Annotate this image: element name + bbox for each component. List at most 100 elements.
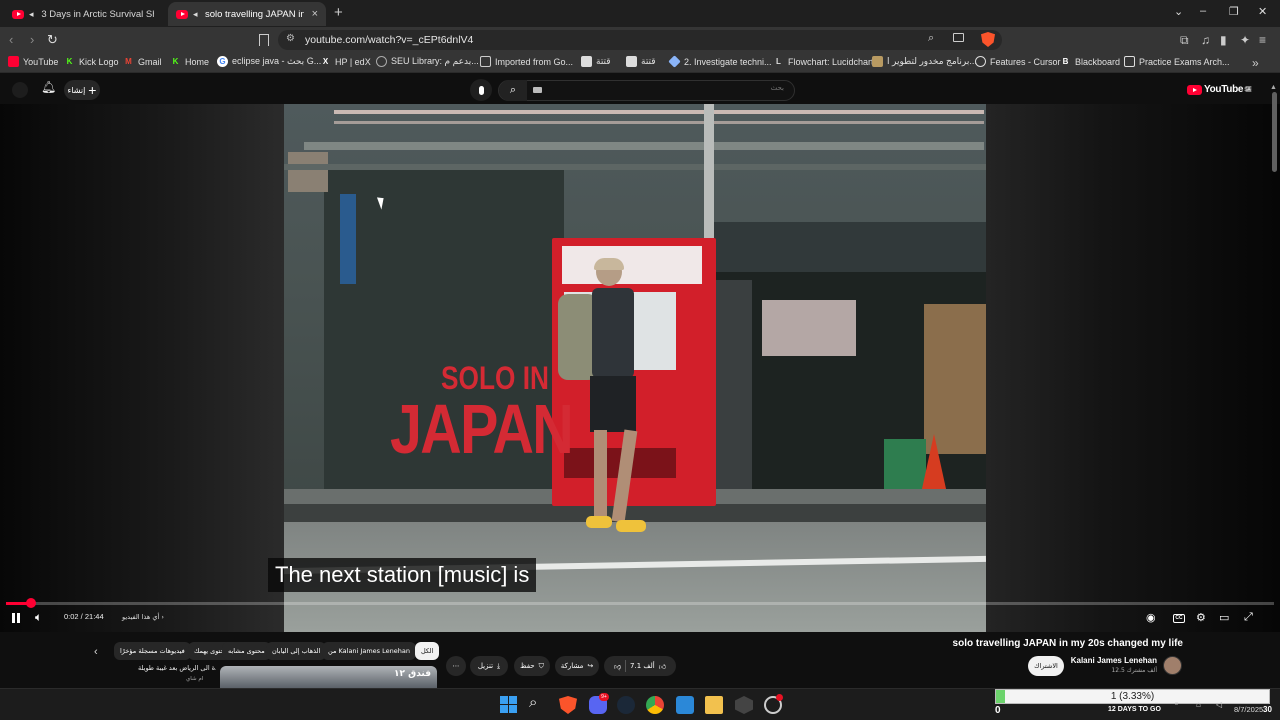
theater-mode-icon[interactable]: ▭ — [1219, 611, 1229, 624]
restore-icon[interactable]: ❐ — [1229, 5, 1239, 18]
chips-scroll-left-icon[interactable]: ‹ — [94, 646, 98, 658]
page-scrollbar[interactable] — [1272, 92, 1277, 172]
recommended-title[interactable]: العودة الى الرياض بعد غيبة طويلة — [138, 664, 216, 672]
account-avatar[interactable] — [12, 82, 28, 98]
minimize-icon[interactable]: – — [1200, 5, 1206, 17]
back-arrow-icon[interactable]: ‹ — [9, 32, 13, 47]
bookmark-arabic-1[interactable]: قتتة — [581, 56, 611, 67]
pause-icon[interactable] — [10, 612, 22, 624]
bookmark-gmail[interactable]: M Gmail — [123, 56, 161, 67]
chip-similar[interactable]: محتوى مشابه — [222, 642, 271, 660]
chip-recent[interactable]: فيديوهات مسجلة مؤخرًا — [114, 642, 191, 660]
network-icon[interactable]: ⌂ — [1196, 700, 1201, 709]
volume-icon[interactable]: 🔈︎ — [35, 610, 42, 625]
site-info-icon[interactable]: ⚙ — [286, 33, 295, 44]
more-bookmarks-icon[interactable]: » — [1252, 56, 1259, 70]
sidebar-icon[interactable]: ▮ — [1220, 33, 1227, 47]
chapter-title[interactable]: أي هذا الفيديو › — [122, 613, 164, 621]
windows-start-icon[interactable] — [500, 696, 517, 713]
settings-gear-icon[interactable]: ⚙ — [1196, 611, 1206, 624]
steam-icon[interactable] — [617, 696, 635, 714]
like-icon[interactable]: 👍︎ — [659, 662, 666, 671]
subtitles-cc-icon[interactable]: CC — [1173, 614, 1185, 623]
scroll-up-arrow-icon[interactable]: ▲ — [1270, 84, 1277, 91]
save-button[interactable]: حفظ ⛉ — [514, 656, 550, 676]
channel-name[interactable]: Kalani James Lenehan — [1071, 656, 1157, 665]
share-arrow-icon: ↪ — [587, 662, 594, 670]
video-player[interactable]: SOLO IN JAPAN The next station [music] i… — [0, 104, 1280, 632]
fullscreen-icon[interactable]: ⤢ — [1244, 611, 1253, 624]
chip-all[interactable]: الكل — [415, 642, 440, 660]
photos-icon[interactable] — [676, 696, 694, 714]
voice-search-mic-icon[interactable] — [470, 79, 492, 101]
share-button[interactable]: مشاركة ↪ — [555, 656, 599, 676]
file-explorer-icon[interactable] — [705, 696, 723, 714]
bookmark-youtube[interactable]: YouTube — [8, 56, 58, 67]
browser-menu-icon[interactable]: ≡ — [1259, 33, 1266, 47]
zoom-icon[interactable]: ⌕ — [928, 32, 934, 45]
like-count[interactable]: 7.1 ألف — [630, 662, 655, 670]
subscribe-button[interactable]: الاشتراك — [1028, 656, 1064, 676]
progress-bar[interactable] — [6, 598, 1274, 608]
media-icon[interactable]: ♫ — [1201, 33, 1210, 47]
goal-progress-widget: 1 (3.33%) — [995, 689, 1270, 704]
leo-ai-icon[interactable]: ✦ — [1240, 33, 1250, 47]
bookmark-eclipse-java[interactable]: Geclipse java - بحث G... — [217, 56, 321, 67]
recommended-channel[interactable]: ام شاي — [186, 676, 203, 682]
close-tab-icon[interactable]: × — [312, 8, 318, 20]
system-date[interactable]: 8/7/2025 — [1234, 705, 1263, 714]
bookmark-kick-logo[interactable]: K Kick Logo — [64, 56, 119, 67]
goal-end-value: 30 — [1263, 705, 1272, 714]
bookmark-home[interactable]: K Home — [170, 56, 209, 67]
bookmark-blackboard[interactable]: B Blackboard — [1060, 56, 1120, 67]
taskbar-search-icon[interactable]: ⌕ — [529, 694, 547, 712]
video-frame[interactable]: SOLO IN JAPAN — [284, 104, 986, 632]
bookmark-seu-library[interactable]: SEU Library: بدعم م... — [376, 56, 479, 67]
tab-solo-travelling-japan[interactable]: ◂ solo travelling JAPAN in my 2 × — [168, 2, 326, 26]
guide-menu-icon[interactable]: ≡ — [1245, 82, 1252, 96]
search-input[interactable] — [584, 84, 784, 92]
chip-from-channel[interactable]: من Kalani James Lenehan — [322, 642, 416, 660]
bookmark-page-icon[interactable] — [259, 34, 269, 46]
extensions-icon[interactable]: ⧉ — [1180, 33, 1189, 48]
recommended-thumbnail[interactable]: فندق ١٢ — [220, 666, 437, 688]
ambient-right — [986, 104, 1280, 632]
chip-go-to-japan[interactable]: الذهاب إلى اليابان — [266, 642, 327, 660]
forward-arrow-icon[interactable]: › — [30, 32, 34, 47]
bookmark-arabic-2[interactable]: قتتة — [626, 56, 656, 67]
keyboard-icon[interactable] — [533, 87, 542, 93]
frame-stickers — [288, 152, 328, 192]
chrome-icon[interactable] — [646, 696, 664, 714]
bookmark-lucidchart[interactable]: L Flowchart: Lucidchart — [773, 56, 874, 67]
tab-arctic-survival[interactable]: ◂ 3 Days in Arctic Survival Shelter — [4, 2, 162, 26]
bookmark-cursor[interactable]: Features - Cursor — [975, 56, 1061, 67]
brave-browser-icon[interactable] — [559, 696, 577, 714]
address-bar[interactable]: ⚙ youtube.com/watch?v=_cEPt6dnlV4 ⌕ — [278, 30, 1002, 50]
app-cube-icon[interactable] — [735, 696, 753, 714]
tray-icon[interactable]: ᵉ — [1175, 700, 1178, 709]
dislike-icon[interactable]: 👎︎ — [614, 662, 621, 671]
cast-icon[interactable] — [953, 33, 964, 42]
bookmark-practice-exams[interactable]: Practice Exams Arch... — [1124, 56, 1230, 67]
bookmark-hp-edx[interactable]: X HP | edX — [320, 56, 371, 67]
close-window-icon[interactable]: ✕ — [1258, 5, 1267, 18]
url-text[interactable]: youtube.com/watch?v=_cEPt6dnlV4 — [305, 34, 473, 46]
reload-icon[interactable]: ↻ — [47, 32, 58, 48]
browser-toolbar: ‹ › ↻ ⚙ youtube.com/watch?v=_cEPt6dnlV4 … — [0, 27, 1280, 53]
search-button[interactable]: ⌕ — [499, 80, 527, 101]
bookmark-investigate[interactable]: 2. Investigate techni... — [668, 55, 772, 68]
autoplay-toggle-icon[interactable]: ◉ — [1146, 611, 1156, 624]
tab-search-chevron-icon[interactable]: ⌄ — [1174, 5, 1183, 18]
new-tab-plus-icon[interactable]: + — [334, 4, 343, 21]
more-actions-button[interactable]: ⋯ — [446, 656, 466, 676]
create-button[interactable]: إنشاء + — [64, 80, 100, 100]
bookmark-imported[interactable]: Imported from Go... — [480, 56, 573, 67]
speaker-tray-icon[interactable]: ◁ — [1216, 700, 1222, 709]
goal-days-remaining: 12 DAYS TO GO — [1108, 706, 1161, 713]
download-button[interactable]: تنزيل ⤓ — [470, 656, 508, 676]
channel-avatar[interactable] — [1163, 656, 1182, 675]
youtube-logo[interactable]: YouTube SA — [1187, 84, 1251, 95]
download-label: تنزيل — [477, 662, 494, 670]
notifications-bell-icon[interactable]: 🔔︎ — [41, 80, 56, 94]
bookmark-arabic-program[interactable]: برنامج مخدور لتطوير ا... — [872, 56, 977, 67]
